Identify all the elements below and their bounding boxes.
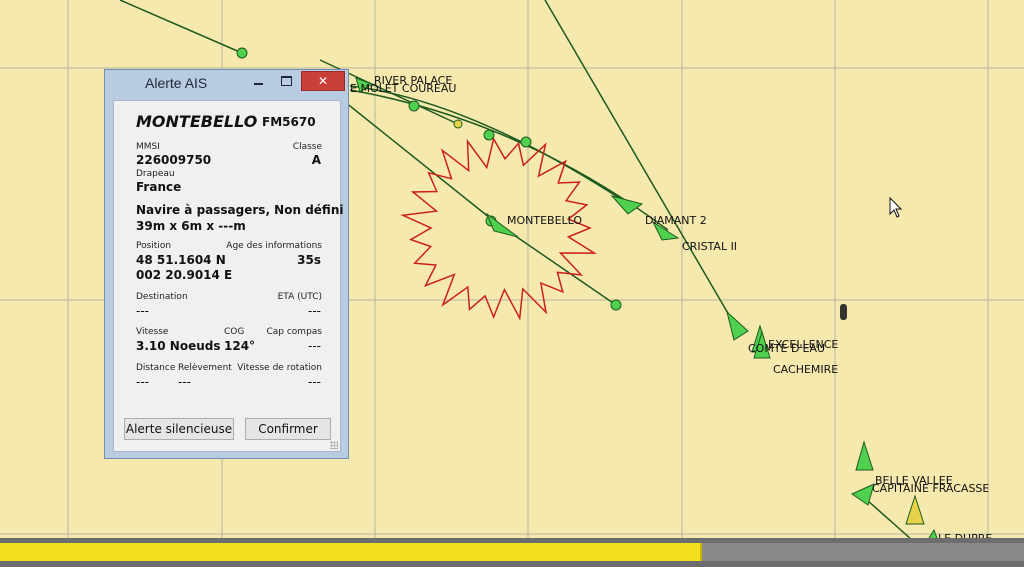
resize-grip-icon[interactable]	[330, 441, 338, 449]
rate-of-turn-label: Vitesse de rotation	[237, 363, 322, 373]
track-line	[349, 85, 631, 206]
mmsi-value: 226009750	[136, 153, 212, 167]
progress-fill	[0, 543, 703, 561]
vessel-markers[interactable]	[355, 77, 941, 547]
vessel-marker	[905, 494, 925, 525]
cog-value: 124°	[224, 339, 256, 353]
maximize-button[interactable]	[273, 71, 299, 91]
unknown-target-icon[interactable]	[840, 304, 847, 320]
vessel-label: CACHEMIRE	[773, 363, 838, 376]
distance-label: Distance	[136, 363, 176, 373]
track-line	[119, 0, 243, 54]
close-button[interactable]: ✕	[301, 71, 345, 91]
mouse-cursor-icon	[889, 196, 903, 218]
vessel-dimensions: 39m x 6m x ---m	[136, 219, 246, 233]
speed-value: 3.10 Noeuds	[136, 339, 221, 353]
vessel-marker	[610, 195, 644, 215]
heading-value: ---	[308, 339, 321, 353]
mmsi-label: MMSI	[136, 142, 160, 152]
minimize-button[interactable]	[245, 71, 271, 91]
track-point	[408, 100, 420, 112]
dialog-content: MONTEBELLO FM5670 MMSI 226009750 Classe …	[113, 100, 344, 452]
progress-bar	[0, 543, 1024, 561]
distance-value: ---	[136, 375, 149, 389]
bearing-value: ---	[178, 375, 191, 389]
track-line	[544, 0, 737, 328]
flag-label: Drapeau	[136, 169, 175, 179]
vessel-label: CAPITAINE FRACASSE	[872, 482, 989, 495]
age-label: Age des informations	[226, 241, 322, 251]
destination-label: Destination	[136, 292, 188, 302]
track-point	[236, 47, 248, 59]
close-icon: ✕	[317, 74, 329, 88]
flag-value: France	[136, 180, 182, 194]
eta-label: ETA (UTC)	[277, 292, 322, 302]
vessel-marker	[726, 310, 749, 341]
vessel-callsign: FM5670	[262, 115, 316, 129]
vessel-marker	[850, 483, 875, 506]
vessel-label: CRISTAL II	[682, 240, 737, 253]
vessel-type: Navire à passagers, Non défini	[136, 203, 344, 217]
vessel-marker	[855, 440, 874, 471]
minimize-icon	[253, 83, 263, 85]
vessel-label: MONTEBELLO	[507, 214, 582, 227]
vessel-labels: RIVER PALACE E MOLET COUREAU MONTEBELLO …	[350, 74, 992, 545]
rate-of-turn-value: ---	[308, 375, 321, 389]
track-line	[339, 97, 496, 223]
class-label: Classe	[292, 142, 322, 152]
dialog-title: Alerte AIS	[145, 75, 208, 91]
vessel-label: E MOLET COUREAU	[350, 82, 456, 95]
vessel-name: MONTEBELLO	[136, 112, 258, 131]
destination-value: ---	[136, 304, 149, 318]
longitude-value: 002 20.9014 E	[136, 268, 233, 282]
bearing-label: Relèvement	[178, 363, 232, 373]
maximize-icon	[280, 76, 292, 86]
speed-label: Vitesse	[136, 327, 169, 337]
heading-label: Cap compas	[266, 327, 322, 337]
age-value: 35s	[297, 253, 321, 267]
track-point	[483, 129, 495, 141]
track-point	[453, 119, 463, 129]
track-point	[610, 299, 622, 311]
vessel-label: DIAMANT 2	[645, 214, 707, 227]
track-point	[520, 136, 532, 148]
position-label: Position	[136, 241, 172, 251]
cog-label: COG	[224, 327, 245, 337]
dialog-titlebar[interactable]: Alerte AIS ✕	[105, 70, 348, 98]
vessel-label: COMTE D'EAU	[748, 342, 825, 355]
ais-alert-dialog[interactable]: Alerte AIS ✕ MONTEBELLO FM5670 MMSI 2260…	[104, 69, 349, 459]
eta-value: ---	[308, 304, 321, 318]
confirm-button[interactable]: Confirmer	[245, 418, 331, 440]
track-line	[349, 89, 669, 231]
silent-alert-button[interactable]: Alerte silencieuse	[124, 418, 234, 440]
class-value: A	[311, 153, 321, 167]
latitude-value: 48 51.1604 N	[136, 253, 226, 267]
